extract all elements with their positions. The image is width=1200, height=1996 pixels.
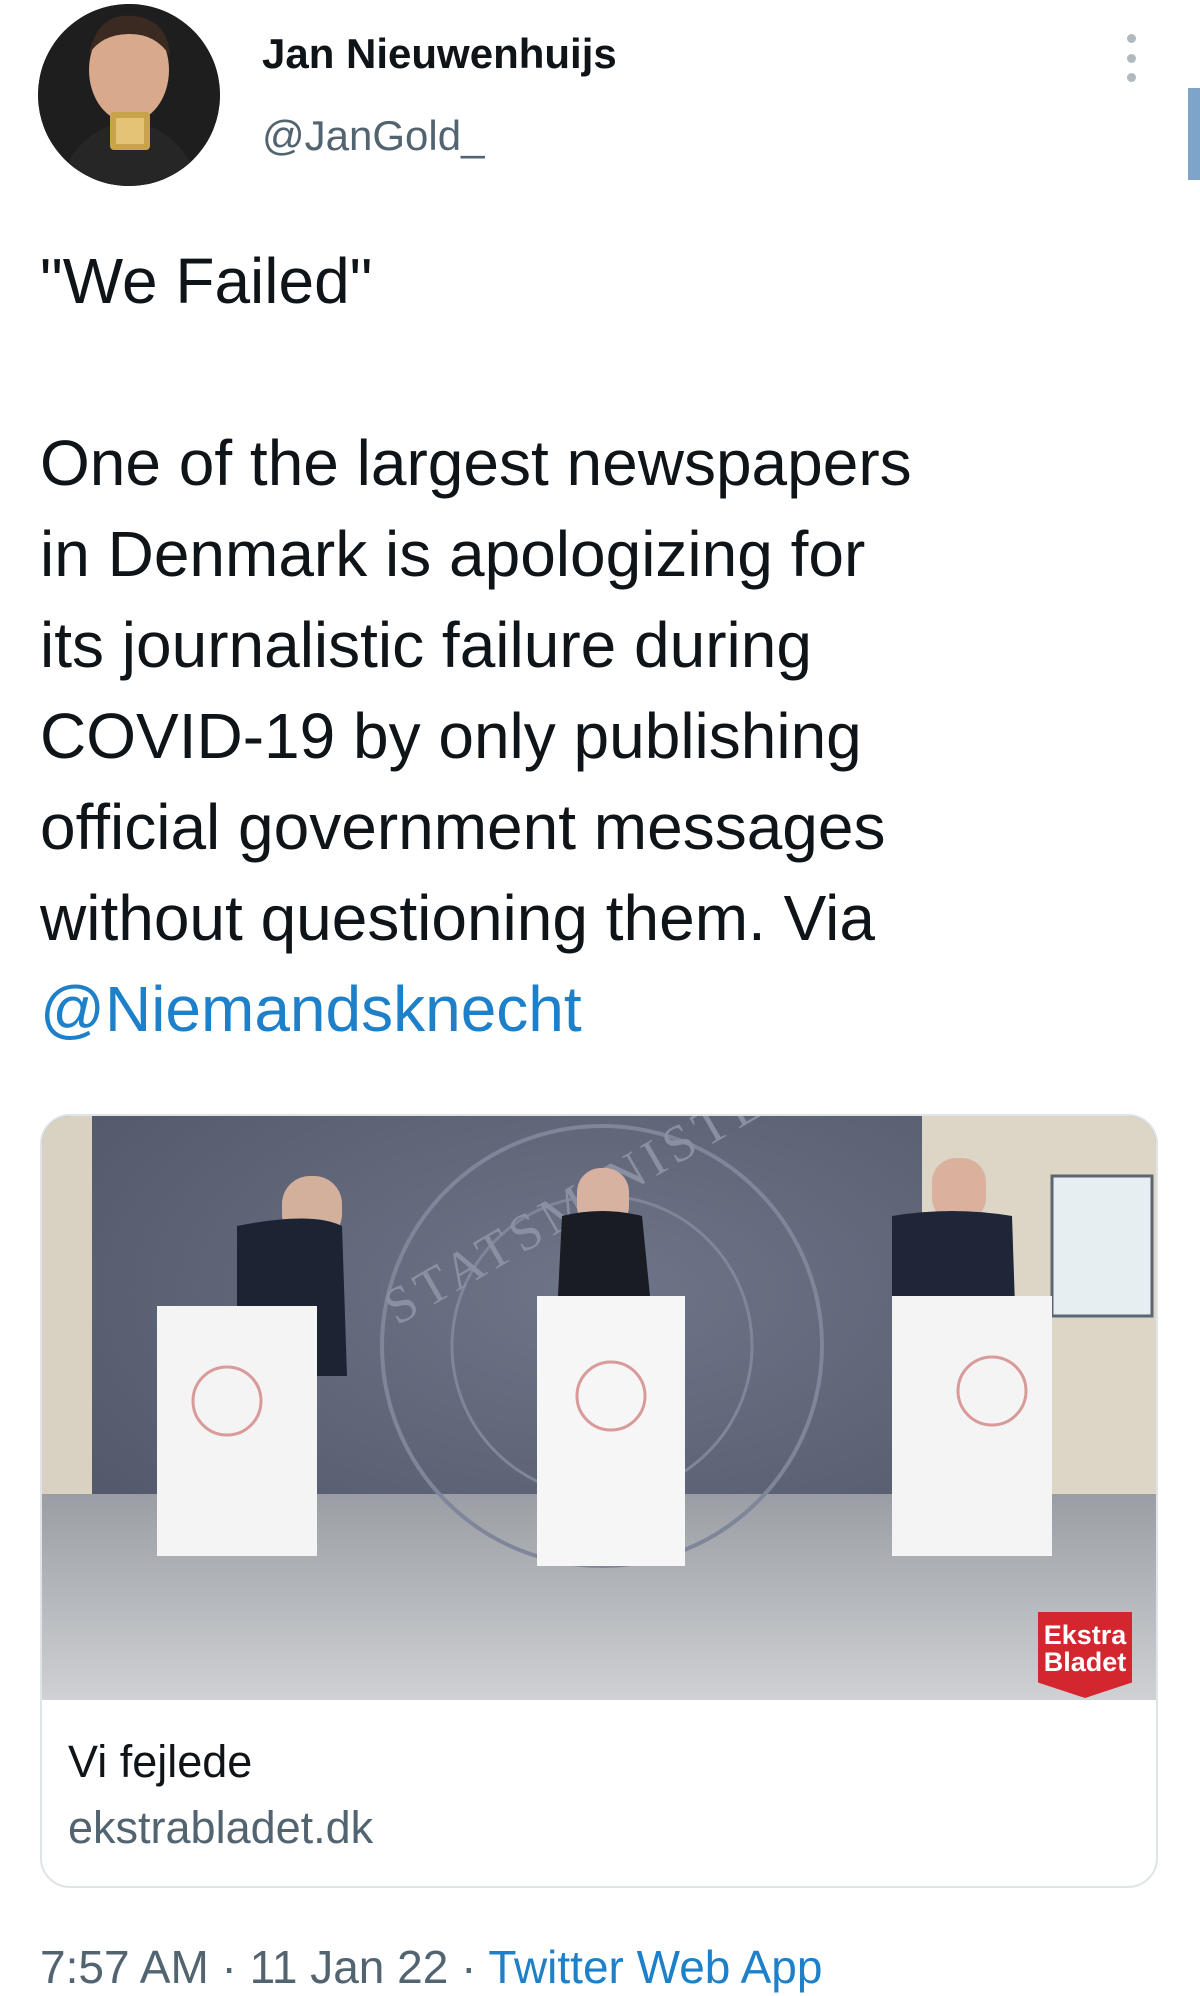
meta-separator: ·	[448, 1941, 489, 1993]
link-preview-card[interactable]: STATSMINISTERIET Ekstra Bladet Vi fejled…	[40, 1114, 1158, 1888]
tweet-text: "We Failed" One of the largest newspaper…	[40, 236, 1150, 1055]
scroll-indicator[interactable]	[1188, 88, 1200, 180]
more-dot	[1126, 53, 1136, 63]
card-domain: ekstrabladet.dk	[68, 1802, 374, 1853]
author-name[interactable]: Jan Nieuwenhuijs	[262, 30, 617, 78]
more-dot	[1126, 73, 1136, 82]
mention-link[interactable]: @Niemandsknecht	[40, 973, 582, 1045]
card-image: STATSMINISTERIET	[42, 1116, 1156, 1700]
badge-line2: Bladet	[1043, 1647, 1127, 1677]
avatar-photo	[38, 4, 220, 186]
tweet-source[interactable]: Twitter Web App	[488, 1941, 822, 1993]
badge-line1: Ekstra	[1043, 1620, 1127, 1650]
tweet-meta: 7:57 AM · 11 Jan 22 · Twitter Web App	[40, 1940, 822, 1994]
tweet-body: "We Failed" One of the largest newspaper…	[40, 245, 912, 954]
more-dot	[1126, 34, 1136, 43]
more-vertical-icon[interactable]	[1116, 28, 1146, 88]
ekstra-bladet-logo: Ekstra Bladet	[1038, 1612, 1132, 1698]
meta-separator: ·	[208, 1941, 250, 1993]
tweet-date[interactable]: 11 Jan 22	[250, 1941, 449, 1993]
card-title: Vi fejlede	[68, 1736, 253, 1787]
author-handle[interactable]: @JanGold_	[262, 112, 484, 160]
avatar[interactable]	[38, 4, 220, 186]
tweet-time[interactable]: 7:57 AM	[40, 1941, 209, 1993]
